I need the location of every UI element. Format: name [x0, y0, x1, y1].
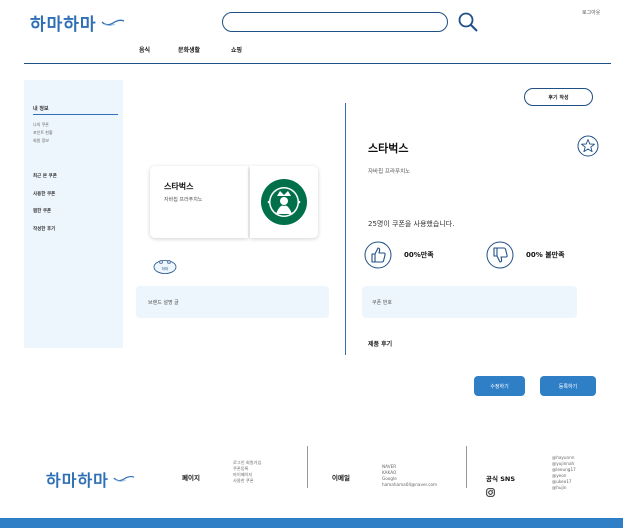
search-input[interactable]: [222, 12, 448, 32]
detail-brand-name: 스타벅스: [368, 142, 409, 155]
starbucks-logo-icon: [261, 179, 307, 225]
usage-count-text: 25명이 쿠폰을 사용했습니다.: [368, 220, 455, 228]
coupon-number-box: 쿠폰 번호: [362, 286, 577, 318]
footer-logo-text: 하마하마: [46, 471, 109, 490]
ticket-brand-name: 스타벅스: [164, 182, 194, 191]
satisfied-percent: 00%만족: [404, 251, 434, 259]
register-button[interactable]: 등록하기: [540, 376, 596, 396]
favorite-star-icon[interactable]: [577, 135, 599, 157]
brand-description-box: 브랜드 설명 글: [136, 286, 329, 318]
content-divider: [345, 103, 346, 355]
footer-link-used-coupons[interactable]: 사용한 쿠폰: [233, 478, 261, 484]
mascot-label: 하마: [162, 266, 169, 271]
thumbs-up-icon[interactable]: [364, 241, 392, 269]
site-logo[interactable]: 하마하마: [30, 10, 125, 35]
sidebar-title-underline: [33, 114, 118, 115]
footer-page-heading: 페이지: [182, 474, 200, 482]
instagram-icon[interactable]: [486, 488, 495, 497]
sidebar: 내 정보 나의 쿠폰 포인트 현황 회원 정보 최근 본 쿠폰 사용한 쿠폰 찜…: [24, 80, 123, 348]
coupon-number-label: 쿠폰 번호: [372, 300, 392, 306]
ticket-stub-right: [250, 166, 318, 238]
footer-bottom-bar: [0, 518, 623, 528]
footer-logo[interactable]: 하마하마: [46, 467, 135, 491]
logo-text: 하마하마: [30, 15, 97, 35]
search-icon[interactable]: [457, 11, 479, 33]
logout-link[interactable]: 로그아웃: [582, 9, 600, 16]
brand-description-text: 브랜드 설명 글: [148, 300, 179, 306]
sidebar-item-liked[interactable]: 찜한 쿠폰: [33, 208, 51, 214]
product-review-label: 제품 후기: [368, 341, 393, 348]
thumbs-down-icon[interactable]: [486, 241, 514, 269]
footer-sns-account[interactable]: @hujin: [552, 485, 576, 491]
nav-item-food[interactable]: 음식: [139, 45, 150, 54]
footer-sns-heading: 공식 SNS: [486, 475, 516, 483]
footer-divider: [466, 446, 467, 488]
footer-email-address[interactable]: hamahama04@naver.com: [382, 482, 437, 488]
sidebar-item-reviews[interactable]: 작성한 후기: [33, 226, 55, 232]
footer-email-heading: 이메일: [332, 474, 350, 482]
edit-button[interactable]: 수정하기: [474, 376, 525, 396]
sidebar-sub-member-info[interactable]: 회원 정보: [33, 138, 49, 144]
footer-page-links: 로그인 회원가입 쿠폰등록 마이페이지 사용한 쿠폰: [233, 460, 261, 484]
sidebar-sub-my-coupons[interactable]: 나의 쿠폰: [33, 122, 49, 128]
sidebar-item-used[interactable]: 사용한 쿠폰: [33, 191, 55, 197]
write-review-button[interactable]: 후기 작성: [524, 88, 593, 106]
ticket-stub-left: 스타벅스 자바칩 프라푸치노: [150, 166, 248, 238]
header-divider: [24, 63, 611, 64]
detail-product-name: 자바칩 프라푸치노: [368, 169, 411, 175]
nav-item-culture[interactable]: 문화생활: [178, 45, 200, 54]
footer-email-list: NAVER KAKAO Google hamahama04@naver.com: [382, 464, 437, 488]
logo-wave-icon: [101, 19, 124, 26]
hippo-mascot-icon: 하마: [153, 260, 177, 274]
sidebar-title: 내 정보: [33, 106, 49, 112]
coupon-ticket[interactable]: 스타벅스 자바칩 프라푸치노: [150, 166, 318, 238]
sidebar-item-recent[interactable]: 최근 본 쿠폰: [33, 173, 57, 179]
footer-divider: [307, 446, 308, 488]
footer-logo-wave-icon: [113, 475, 135, 482]
footer-sns-list: @hayunnn @yujinnah @leeung17 @yeon @ukeo…: [552, 455, 576, 491]
ticket-product-name: 자바칩 프라푸치노: [164, 197, 203, 203]
sidebar-sub-points[interactable]: 포인트 현황: [33, 130, 53, 136]
unsatisfied-percent: 00% 불만족: [526, 251, 565, 259]
nav-item-shopping[interactable]: 쇼핑: [231, 45, 242, 54]
